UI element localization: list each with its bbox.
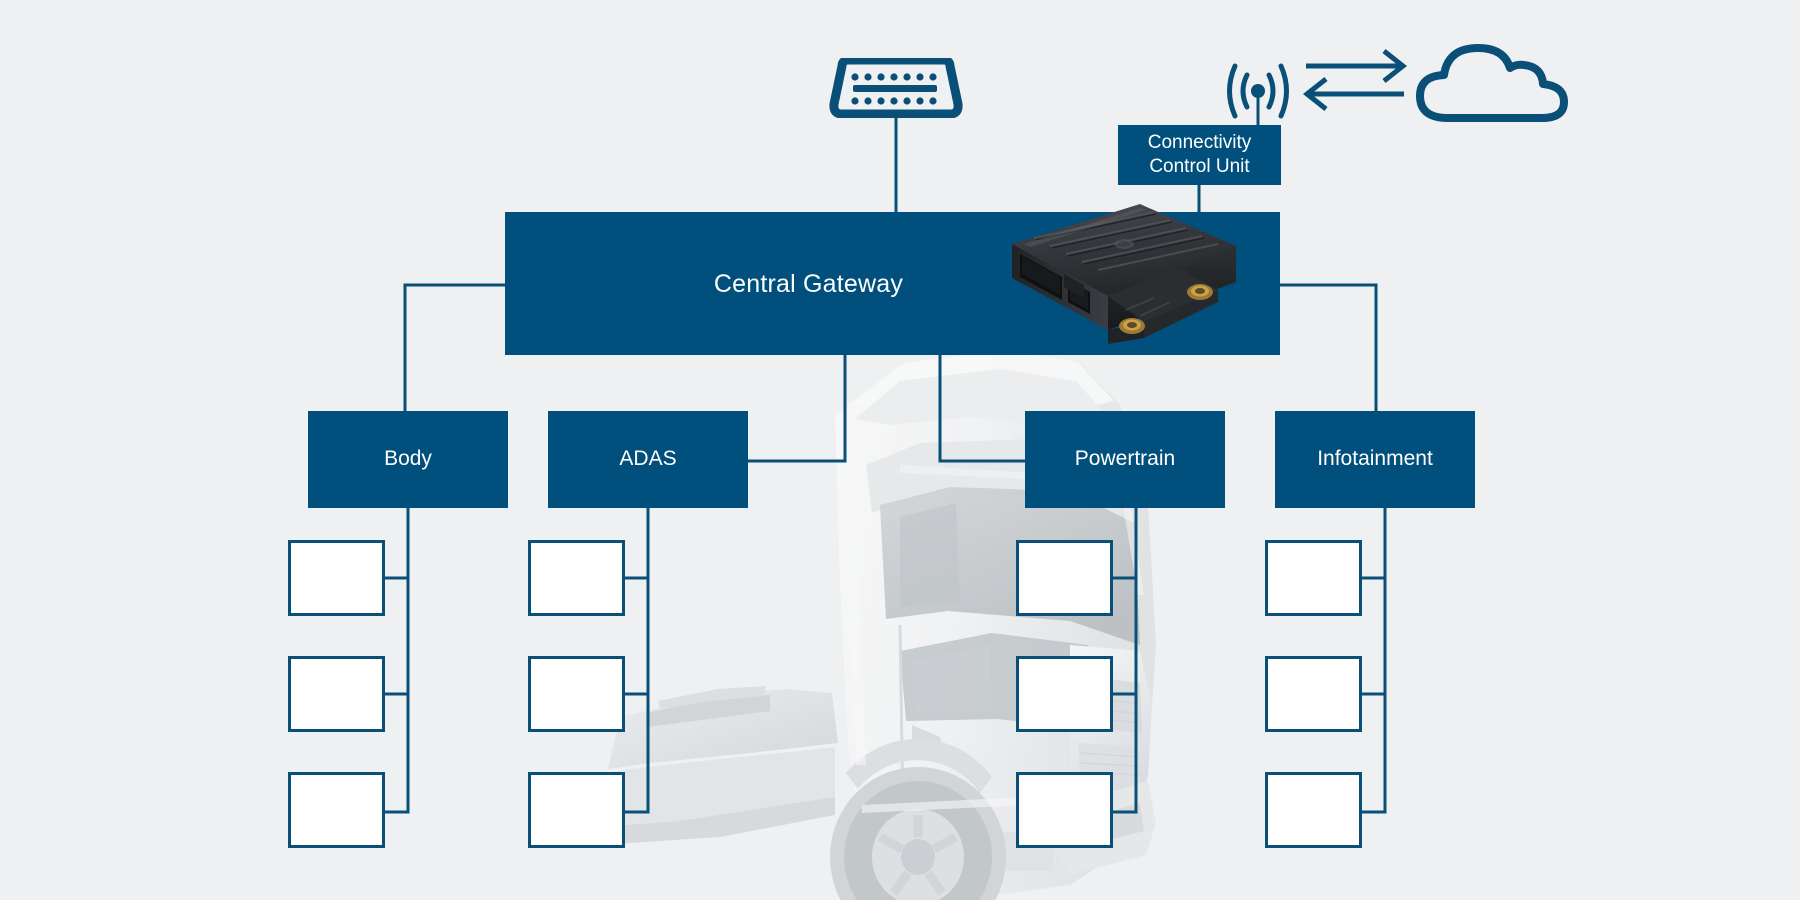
domain-box-adas[interactable]: ADAS	[548, 411, 748, 508]
antenna-signal-icon	[1222, 57, 1294, 127]
domain-label-powertrain: Powertrain	[1074, 447, 1176, 471]
domain-box-body[interactable]: Body	[308, 411, 508, 508]
domain-box-infotainment[interactable]: Infotainment	[1275, 411, 1475, 508]
ccu-label-line-1: Connectivity	[1147, 131, 1252, 153]
domain-label-adas: ADAS	[619, 447, 677, 471]
ecu-leaf-box[interactable]	[528, 772, 625, 848]
domain-box-powertrain[interactable]: Powertrain	[1025, 411, 1225, 508]
ecu-leaf-box[interactable]	[288, 772, 385, 848]
ecu-module-photo	[1004, 198, 1244, 358]
ecu-leaf-box[interactable]	[1016, 772, 1113, 848]
ecu-leaf-box[interactable]	[288, 656, 385, 732]
connectivity-control-unit-label: Connectivity Control Unit	[1148, 131, 1252, 180]
ecu-leaf-box[interactable]	[528, 540, 625, 616]
ccu-label-line-2: Control Unit	[1149, 156, 1250, 177]
cloud-icon	[1412, 40, 1570, 122]
connectivity-control-unit-box[interactable]: Connectivity Control Unit	[1118, 125, 1281, 185]
ecu-leaf-box[interactable]	[1265, 540, 1362, 616]
ecu-leaf-box[interactable]	[528, 656, 625, 732]
ecu-leaf-box[interactable]	[1265, 772, 1362, 848]
ecu-leaf-box[interactable]	[1016, 656, 1113, 732]
ecu-leaf-box[interactable]	[1016, 540, 1113, 616]
connector-lines	[0, 0, 1800, 900]
central-gateway-label: Central Gateway	[713, 269, 904, 298]
obd-connector-icon	[826, 58, 966, 118]
bidirectional-arrows-icon	[1300, 46, 1410, 112]
diagram-canvas: Central Gateway Connectivity Control Uni…	[0, 0, 1800, 900]
ecu-leaf-box[interactable]	[288, 540, 385, 616]
domain-label-infotainment: Infotainment	[1317, 447, 1433, 471]
ecu-leaf-box[interactable]	[1265, 656, 1362, 732]
domain-label-body: Body	[384, 447, 432, 471]
